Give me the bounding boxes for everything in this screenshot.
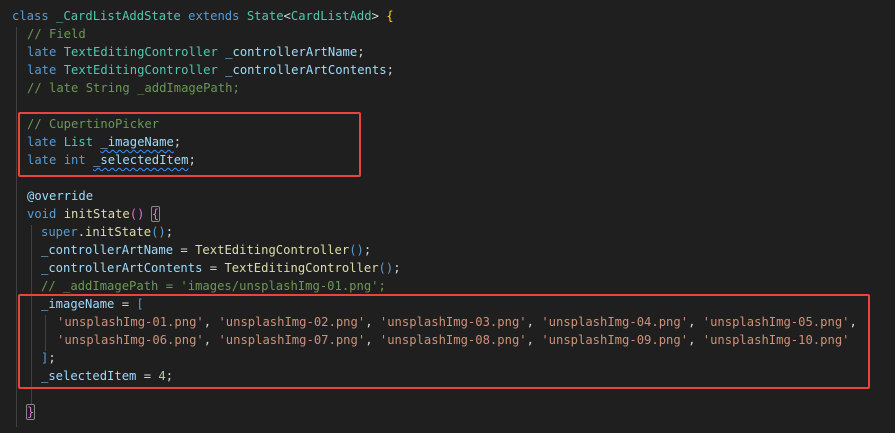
code-line[interactable]: late TextEditingController _controllerAr… — [27, 61, 394, 79]
code-line[interactable]: late List _imageName; — [27, 133, 181, 151]
code-line[interactable]: 'unsplashImg-01.png', 'unsplashImg-02.pn… — [57, 313, 857, 331]
code-line[interactable]: // CupertinoPicker — [27, 115, 159, 133]
squiggle-warning[interactable]: _selectedItem — [93, 153, 188, 167]
code-line[interactable]: // Field — [27, 25, 86, 43]
code-line[interactable]: _controllerArtName = TextEditingControll… — [41, 241, 371, 259]
code-line[interactable]: late int _selectedItem; — [27, 151, 196, 169]
code-line[interactable]: _imageName = [ — [41, 295, 144, 313]
code-line[interactable]: _selectedItem = 4; — [41, 367, 173, 385]
code-line[interactable]: super.initState(); — [41, 223, 173, 241]
code-editor[interactable]: class _CardListAddState extends State<Ca… — [0, 0, 895, 433]
code-line[interactable]: class _CardListAddState extends State<Ca… — [12, 7, 394, 25]
code-line[interactable]: 'unsplashImg-06.png', 'unsplashImg-07.pn… — [57, 331, 850, 349]
code-line[interactable]: } — [25, 403, 36, 421]
code-line[interactable]: // late String _addImagePath; — [27, 79, 240, 97]
code-line[interactable]: ]; — [41, 349, 56, 367]
indent-guide — [16, 27, 17, 427]
code-line[interactable]: // _addImagePath = 'images/unsplashImg-0… — [41, 277, 386, 295]
code-line[interactable]: @override — [27, 187, 93, 205]
bracket-match: { — [150, 206, 161, 222]
bracket-match: } — [25, 404, 36, 420]
squiggle-warning[interactable]: _imageName — [100, 135, 173, 149]
code-line[interactable]: void initState() { — [27, 205, 161, 223]
code-line[interactable]: _controllerArtContents = TextEditingCont… — [41, 259, 401, 277]
code-line[interactable]: late TextEditingController _controllerAr… — [27, 43, 365, 61]
